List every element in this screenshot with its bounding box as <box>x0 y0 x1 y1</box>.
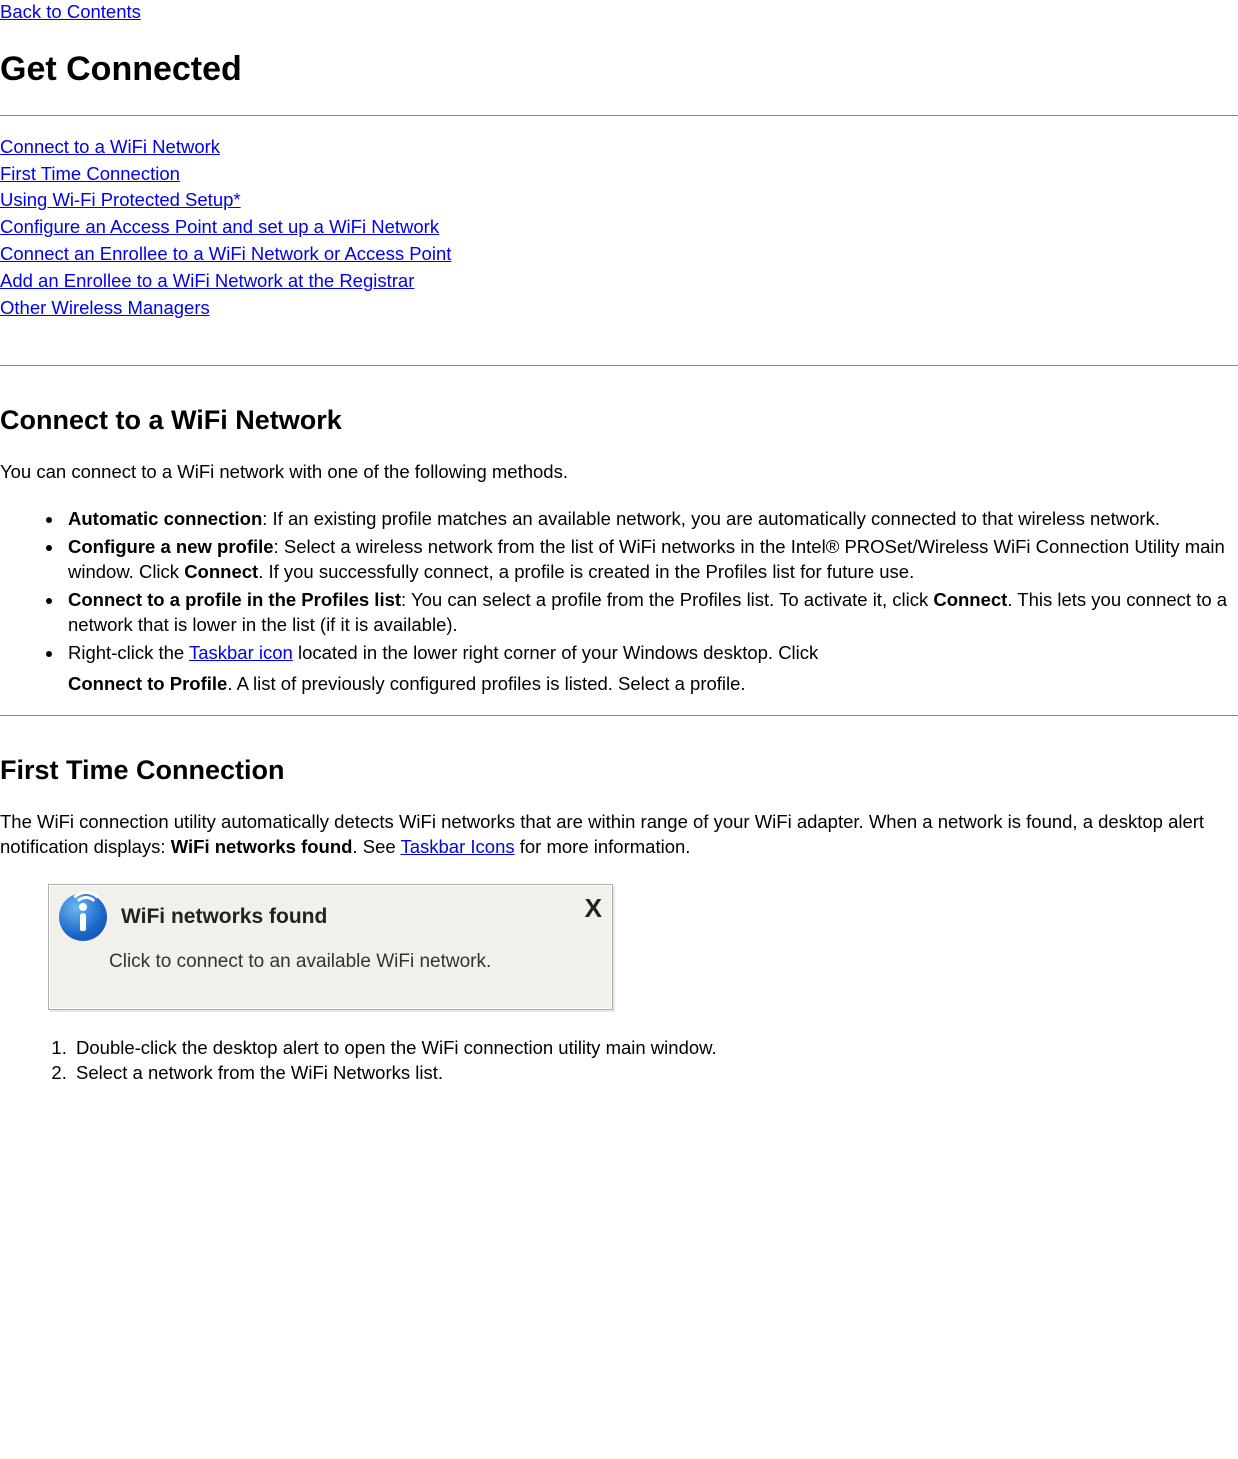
list-item: Select a network from the WiFi Networks … <box>72 1061 1238 1086</box>
wifi-found-label: WiFi networks found <box>171 836 353 857</box>
desktop-alert-image: X WiFi networks found Click to connect t… <box>48 884 1238 1010</box>
divider <box>0 715 1238 716</box>
connect-to-profile-label: Connect to Profile <box>68 673 227 694</box>
first-time-steps: Double-click the desktop alert to open t… <box>0 1036 1238 1086</box>
toc-link-first-time[interactable]: First Time Connection <box>0 161 180 188</box>
list-item: Automatic connection: If an existing pro… <box>64 507 1238 532</box>
method-name: Connect to a profile in the Profiles lis… <box>68 589 401 610</box>
taskbar-icon-link[interactable]: Taskbar icon <box>189 642 293 663</box>
toc-link-configure-ap[interactable]: Configure an Access Point and set up a W… <box>0 214 439 241</box>
text: . See <box>352 836 400 857</box>
method-desc: . If you successfully connect, a profile… <box>258 561 914 582</box>
method-name: Automatic connection <box>68 508 262 529</box>
close-icon: X <box>585 891 602 926</box>
list-item: Connect to a profile in the Profiles lis… <box>64 588 1238 638</box>
section-heading-connect: Connect to a WiFi Network <box>0 402 1238 438</box>
text: for more information. <box>515 836 691 857</box>
method-desc: Right-click the <box>68 642 189 663</box>
wifi-icon <box>59 893 107 941</box>
notification-title: WiFi networks found <box>121 903 327 931</box>
method-desc: : If an existing profile matches an avai… <box>262 508 1160 529</box>
list-item: Right-click the Taskbar icon located in … <box>64 641 1238 697</box>
method-desc: . A list of previously configured profil… <box>227 673 745 694</box>
table-of-contents: Connect to a WiFi Network First Time Con… <box>0 134 1238 322</box>
toc-link-other-managers[interactable]: Other Wireless Managers <box>0 295 210 322</box>
method-desc: : You can select a profile from the Prof… <box>401 589 933 610</box>
connect-label: Connect <box>184 561 258 582</box>
back-to-contents-link[interactable]: Back to Contents <box>0 1 141 22</box>
section-heading-first-time: First Time Connection <box>0 752 1238 788</box>
connection-methods-list: Automatic connection: If an existing pro… <box>0 507 1238 697</box>
toc-link-connect-enrollee[interactable]: Connect an Enrollee to a WiFi Network or… <box>0 241 451 268</box>
divider <box>0 365 1238 366</box>
toc-link-add-enrollee[interactable]: Add an Enrollee to a WiFi Network at the… <box>0 268 414 295</box>
toc-link-connect-wifi[interactable]: Connect to a WiFi Network <box>0 134 220 161</box>
list-item: Configure a new profile: Select a wirele… <box>64 535 1238 585</box>
notification-body: Click to connect to an available WiFi ne… <box>109 949 602 975</box>
section2-intro: The WiFi connection utility automaticall… <box>0 810 1238 860</box>
section1-intro: You can connect to a WiFi network with o… <box>0 460 1238 485</box>
method-desc: located in the lower right corner of you… <box>293 642 818 663</box>
divider <box>0 115 1238 116</box>
toc-link-wps[interactable]: Using Wi-Fi Protected Setup* <box>0 187 241 214</box>
page-title: Get Connected <box>0 47 1238 93</box>
taskbar-icons-link[interactable]: Taskbar Icons <box>400 836 514 857</box>
list-item: Double-click the desktop alert to open t… <box>72 1036 1238 1061</box>
connect-label: Connect <box>933 589 1007 610</box>
notification-box: X WiFi networks found Click to connect t… <box>48 884 613 1010</box>
method-name: Configure a new profile <box>68 536 274 557</box>
